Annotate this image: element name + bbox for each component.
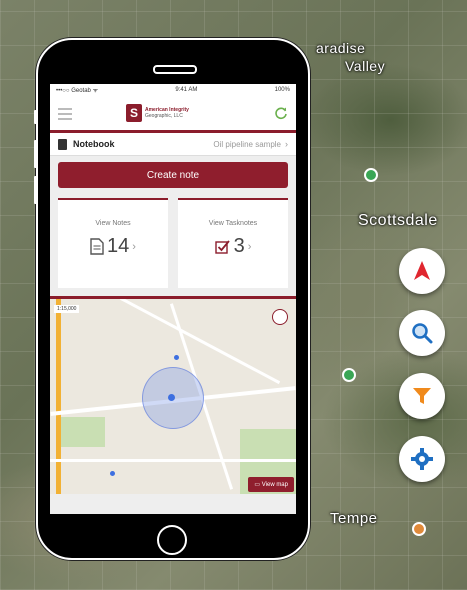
battery-label: 100% bbox=[274, 87, 290, 93]
map-road bbox=[50, 459, 296, 462]
phone-mockup: •••○○ Geotab ᯤ 9:41 AM 100% S American I… bbox=[34, 38, 310, 560]
notebook-selector[interactable]: Notebook Oil pipeline sample › bbox=[50, 133, 296, 156]
map-park-area bbox=[60, 417, 105, 447]
notes-count: 14 bbox=[107, 235, 130, 257]
map-icon: ▭ bbox=[254, 482, 262, 488]
hamburger-menu-icon[interactable] bbox=[58, 108, 72, 123]
notebook-value: Oil pipeline sample bbox=[213, 139, 281, 149]
settings-button[interactable] bbox=[399, 436, 445, 482]
navigation-arrow-icon bbox=[414, 261, 430, 280]
map-road bbox=[119, 299, 281, 385]
mute-switch bbox=[34, 110, 37, 124]
logo-mark-icon: S bbox=[126, 104, 142, 122]
map-scale: 1:15,000 bbox=[54, 305, 80, 313]
search-icon bbox=[412, 323, 433, 344]
status-bar: •••○○ Geotab ᯤ 9:41 AM 100% bbox=[50, 84, 296, 96]
map-point[interactable] bbox=[174, 355, 179, 360]
map-label-tempe: Tempe bbox=[330, 510, 378, 527]
view-tasknotes-label: View Tasknotes bbox=[208, 220, 258, 227]
chevron-right-icon: › bbox=[285, 139, 288, 149]
view-map-button[interactable]: ▭ View map bbox=[248, 477, 294, 492]
map-highway bbox=[56, 299, 61, 494]
checkbox-icon bbox=[214, 240, 230, 254]
app-header: S American Integrity Geographic, LLC bbox=[50, 96, 296, 133]
location-dot bbox=[168, 394, 175, 401]
refresh-icon[interactable] bbox=[274, 106, 288, 120]
app-screen: •••○○ Geotab ᯤ 9:41 AM 100% S American I… bbox=[50, 84, 296, 514]
summary-cards: View Notes 14 › View Tasknotes 3 › bbox=[50, 194, 296, 288]
map-label-scottsdale: Scottsdale bbox=[358, 212, 438, 229]
status-time: 9:41 AM bbox=[175, 87, 198, 93]
view-tasknotes-card[interactable]: View Tasknotes 3 › bbox=[178, 198, 288, 288]
notebook-label: Notebook bbox=[73, 139, 115, 149]
brand-sub: Geographic, LLC bbox=[145, 113, 183, 119]
document-icon bbox=[90, 238, 104, 255]
volume-up-button bbox=[34, 140, 37, 168]
mini-map[interactable]: 1:15,000 ▭ View map bbox=[50, 299, 296, 494]
chevron-right-icon: › bbox=[247, 240, 252, 253]
filter-button[interactable] bbox=[399, 373, 445, 419]
view-map-label: View map bbox=[261, 482, 288, 488]
tasknotes-count: 3 bbox=[233, 235, 245, 257]
notebook-icon bbox=[58, 138, 67, 150]
volume-down-button bbox=[34, 176, 37, 204]
create-note-button[interactable]: Create note bbox=[58, 162, 288, 188]
view-notes-label: View Notes bbox=[95, 220, 131, 227]
brand-logo: S American Integrity Geographic, LLC bbox=[126, 102, 216, 124]
home-button bbox=[157, 525, 187, 555]
carrier-label: •••○○ Geotab ᯤ bbox=[56, 88, 99, 94]
phone-speaker bbox=[153, 65, 197, 74]
map-label-valley: Valley bbox=[345, 58, 386, 74]
map-point[interactable] bbox=[110, 471, 115, 476]
park-pin-icon[interactable] bbox=[364, 168, 378, 182]
search-button[interactable] bbox=[399, 310, 445, 356]
park-pin-icon[interactable] bbox=[342, 368, 356, 382]
gear-icon bbox=[411, 448, 433, 470]
poi-pin-icon[interactable] bbox=[412, 522, 426, 536]
filter-icon bbox=[413, 388, 431, 404]
map-locate-button[interactable] bbox=[272, 309, 288, 325]
view-notes-card[interactable]: View Notes 14 › bbox=[58, 198, 168, 288]
map-label-paradise: aradise bbox=[316, 40, 366, 56]
navigation-button[interactable] bbox=[399, 248, 445, 294]
chevron-right-icon: › bbox=[132, 240, 136, 253]
